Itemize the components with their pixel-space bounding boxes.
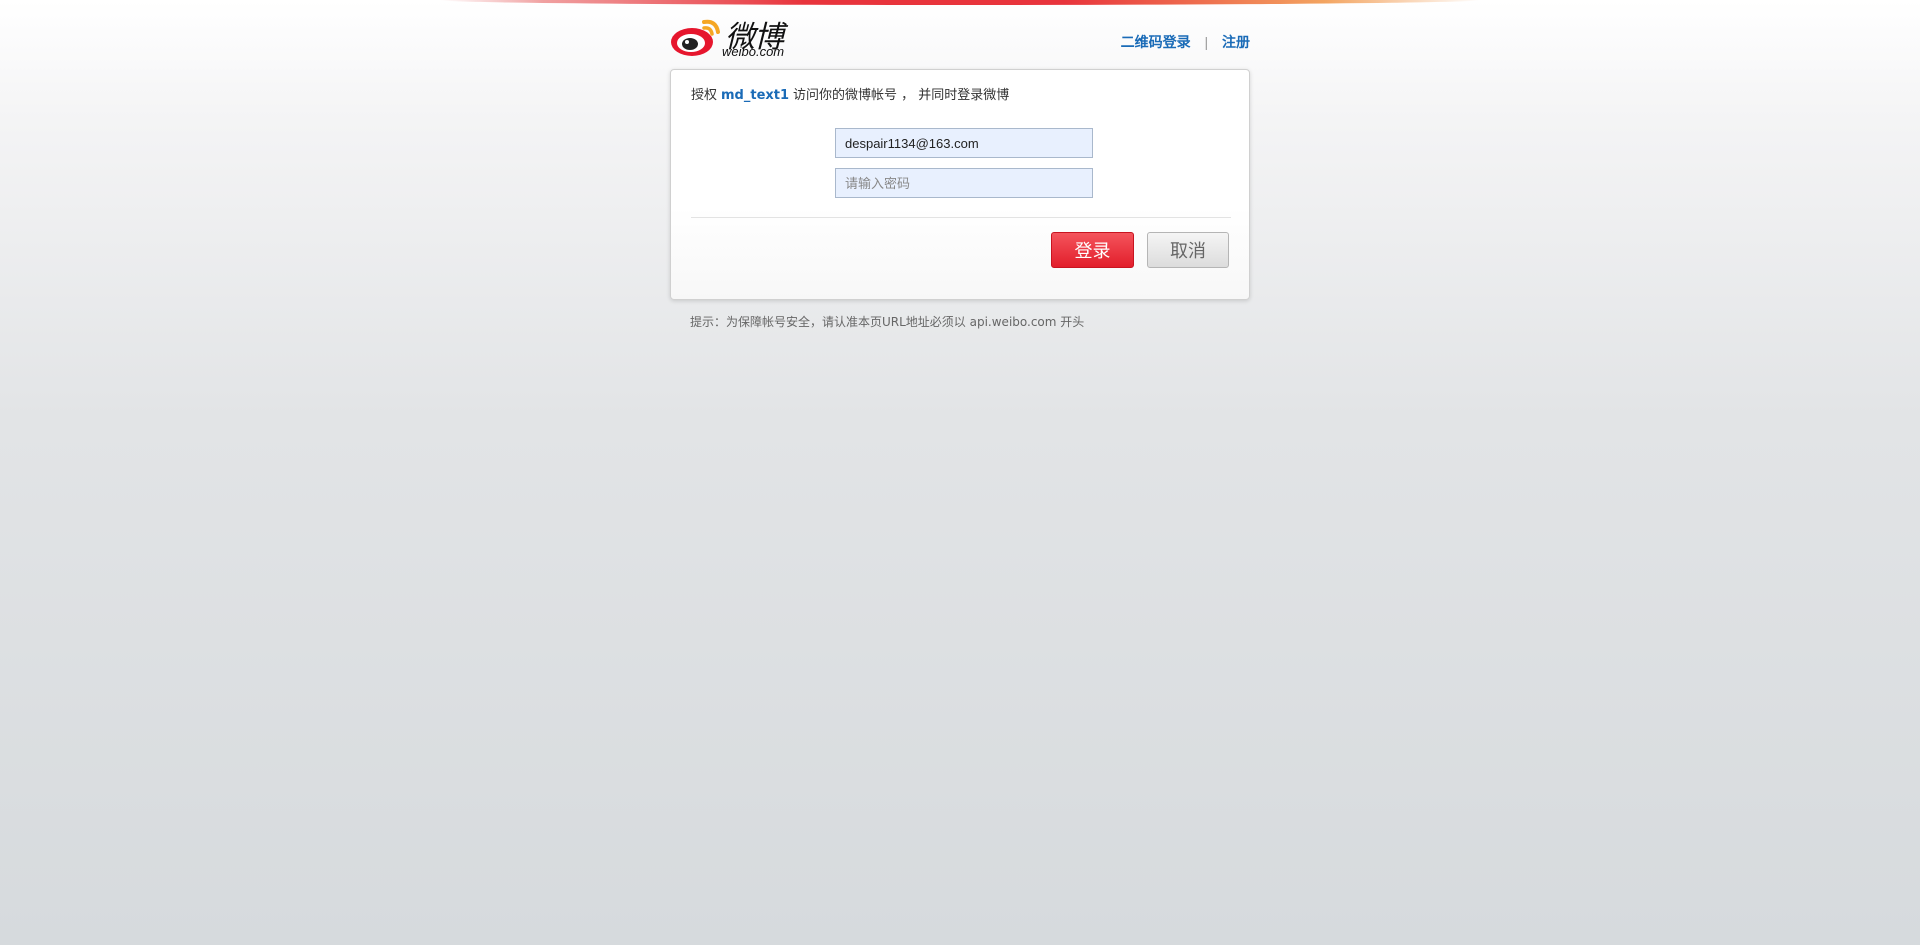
password-row: 密码: bbox=[671, 168, 1251, 198]
header: 微博 weibo.com 二维码登录 | 注册 bbox=[670, 12, 1250, 60]
register-link[interactable]: 注册 bbox=[1222, 34, 1250, 50]
top-links: 二维码登录 | 注册 bbox=[1121, 32, 1250, 52]
auth-suffix: 访问你的微博帐号 ， 并同时登录微博 bbox=[793, 88, 1010, 103]
qr-login-link[interactable]: 二维码登录 bbox=[1121, 34, 1191, 50]
security-tip: 提示：为保障帐号安全，请认准本页URL地址必须以 api.weibo.com 开… bbox=[690, 315, 1085, 329]
auth-prefix: 授权 bbox=[691, 88, 718, 103]
password-input[interactable] bbox=[835, 168, 1093, 198]
account-input[interactable] bbox=[835, 128, 1093, 158]
account-row: 帐号: bbox=[671, 128, 1251, 158]
authorization-message: 授权 md_text1 访问你的微博帐号 ， 并同时登录微博 bbox=[691, 84, 1009, 103]
login-button[interactable]: 登录 bbox=[1051, 232, 1134, 268]
oauth-login-card: 授权md_text1访问你的微博帐号 ， 并同时登录微博 帐号: 密码: 登录 … bbox=[670, 69, 1250, 300]
form-divider bbox=[691, 217, 1231, 218]
weibo-logo[interactable]: 微博 weibo.com bbox=[670, 12, 800, 60]
logo-english-text: weibo.com bbox=[722, 44, 785, 59]
link-separator: | bbox=[1204, 34, 1209, 50]
weibo-eye-icon bbox=[671, 19, 720, 56]
app-name: md_text1 bbox=[721, 88, 790, 103]
top-decoration-stripe bbox=[440, 0, 1480, 5]
cancel-button[interactable]: 取消 bbox=[1147, 232, 1229, 268]
